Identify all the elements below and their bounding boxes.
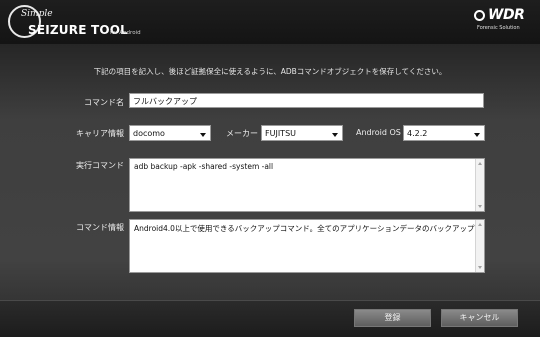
app-window: Simple SEIZURE TOOL for Android WDR Fore… (0, 0, 540, 337)
command-info-textarea[interactable]: Android4.0以上で使用できるバックアップコマンド。全てのアプリケーション… (129, 219, 485, 273)
app-header: Simple SEIZURE TOOL for Android WDR Fore… (0, 0, 540, 44)
register-button[interactable]: 登録 (354, 309, 431, 327)
app-logo: Simple SEIZURE TOOL for Android (8, 5, 158, 39)
brand-name: WDR (488, 7, 525, 23)
os-label: Android OS (356, 128, 401, 137)
chevron-down-icon (332, 133, 338, 137)
maker-value: FUJITSU (265, 129, 296, 138)
chevron-down-icon (474, 133, 480, 137)
exec-scrollbar[interactable] (475, 159, 484, 211)
scroll-up-icon[interactable] (478, 223, 482, 226)
os-select[interactable]: 4.2.2 (403, 125, 485, 141)
logo-subtitle: for Android (110, 30, 141, 36)
scroll-down-icon[interactable] (478, 266, 482, 269)
instruction-text: 下記の項目を記入し、後ほど証拠保全に使えるように、ADBコマンドオブジェクトを保… (93, 67, 447, 76)
carrier-select[interactable]: docomo (129, 125, 211, 141)
maker-label: メーカー (226, 129, 258, 138)
command-name-label: コマンド名 (84, 98, 124, 107)
command-info-value: Android4.0以上で使用できるバックアップコマンド。全てのアプリケーション… (134, 224, 485, 233)
wdr-brand-icon (474, 10, 485, 21)
carrier-label: キャリア情報 (76, 129, 124, 138)
logo-simple-text: Simple (21, 9, 53, 19)
os-value: 4.2.2 (407, 129, 428, 138)
command-name-input[interactable]: フルバックアップ (129, 93, 484, 108)
scroll-down-icon[interactable] (478, 205, 482, 208)
cancel-button[interactable]: キャンセル (441, 309, 518, 327)
brand-tagline: Forensic Solution (477, 25, 520, 31)
info-scrollbar[interactable] (475, 220, 484, 272)
command-info-label: コマンド情報 (76, 223, 124, 232)
chevron-down-icon (200, 133, 206, 137)
exec-command-textarea[interactable]: adb backup -apk -shared -system -all (129, 158, 485, 212)
exec-command-value: adb backup -apk -shared -system -all (134, 162, 274, 171)
maker-select[interactable]: FUJITSU (261, 125, 343, 141)
exec-command-label: 実行コマンド (76, 161, 124, 170)
carrier-value: docomo (133, 129, 165, 138)
brand-logo: WDR Forensic Solution (474, 7, 534, 36)
scroll-up-icon[interactable] (478, 162, 482, 165)
